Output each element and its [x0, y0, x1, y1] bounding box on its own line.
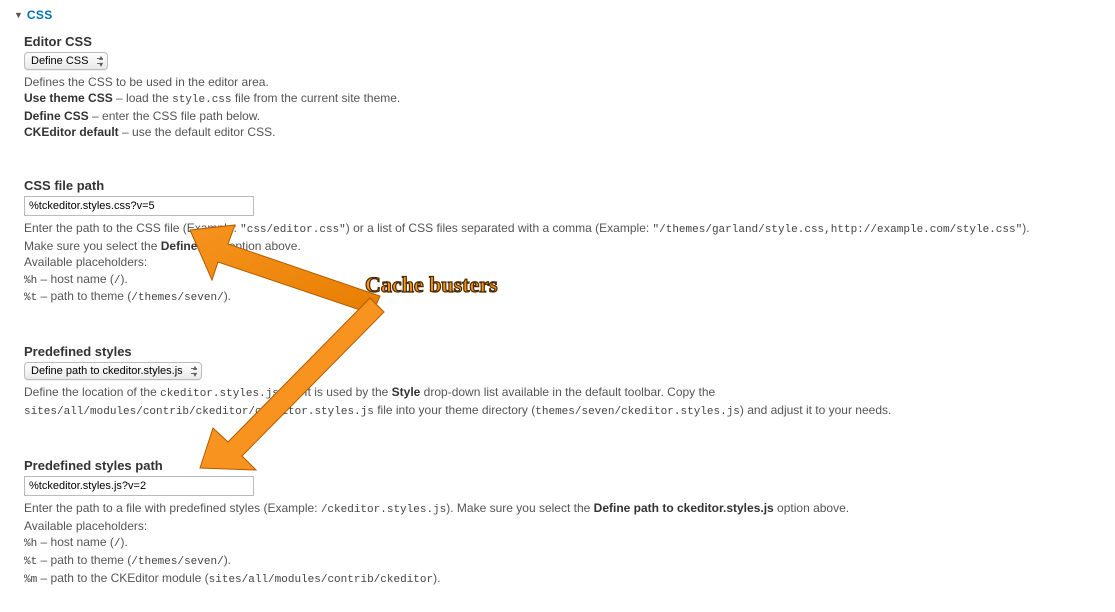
desc-bold: Style — [392, 385, 421, 399]
desc-text: file. It is used by the — [279, 385, 392, 399]
desc-text: Make sure you select the — [24, 239, 161, 253]
desc-text: Enter the path to the CSS file (Example: — [24, 221, 240, 235]
predefined-styles-label: Predefined styles — [24, 344, 1105, 359]
desc-text: – path to theme ( — [37, 553, 131, 567]
desc-text: – host name ( — [37, 272, 114, 286]
desc-code: /ckeditor.styles.js — [321, 504, 446, 516]
desc-code: style.css — [172, 94, 231, 106]
editor-css-select-wrap: Define CSS ▴▾ — [24, 52, 108, 70]
desc-text: ) or a list of CSS files separated with … — [346, 221, 653, 235]
desc-code: / — [114, 538, 121, 550]
editor-css-item: Editor CSS Define CSS ▴▾ Defines the CSS… — [24, 34, 1105, 140]
desc-bold: Define CSS — [24, 109, 89, 123]
desc-code: / — [114, 275, 121, 287]
desc-text: ). — [121, 535, 128, 549]
predefined-styles-item: Predefined styles Define path to ckedito… — [24, 344, 1105, 420]
predefined-styles-select[interactable]: Define path to ckeditor.styles.js — [24, 362, 202, 380]
desc-code: themes/seven/ckeditor.styles.js — [535, 406, 740, 418]
css-file-path-item: CSS file path Enter the path to the CSS … — [24, 178, 1105, 306]
desc-text: drop-down list available in the default … — [420, 385, 715, 399]
predefined-styles-path-input[interactable] — [24, 476, 254, 496]
desc-code: /themes/seven/ — [131, 292, 223, 304]
desc-text: – host name ( — [37, 535, 114, 549]
desc-code: "/themes/garland/style.css,http://exampl… — [653, 224, 1023, 236]
desc-bold: Define CSS — [161, 239, 226, 253]
collapse-triangle-icon: ▼ — [14, 10, 23, 20]
desc-text: Enter the path to a file with predefined… — [24, 501, 321, 515]
editor-css-select[interactable]: Define CSS — [24, 52, 108, 70]
desc-code: %m — [24, 574, 37, 586]
desc-text: ). Make sure you select the — [446, 501, 593, 515]
predefined-styles-path-item: Predefined styles path Enter the path to… — [24, 458, 1105, 588]
desc-text: Available placeholders: — [24, 255, 147, 269]
desc-text: ). — [1022, 221, 1029, 235]
desc-text: ). — [224, 289, 231, 303]
desc-code: "css/editor.css" — [240, 224, 346, 236]
desc-text: – use the default editor CSS. — [119, 125, 276, 139]
desc-code: /themes/seven/ — [131, 556, 223, 568]
desc-code: %h — [24, 275, 37, 287]
predefined-styles-select-wrap: Define path to ckeditor.styles.js ▴▾ — [24, 362, 202, 380]
desc-text: – enter the CSS file path below. — [89, 109, 260, 123]
desc-text: ) and adjust it to your needs. — [740, 403, 891, 417]
desc-text: ). — [121, 272, 128, 286]
desc-code: sites/all/modules/contrib/ckeditor — [209, 574, 433, 586]
desc-text: Available placeholders: — [24, 519, 147, 533]
desc-bold: CKEditor default — [24, 125, 119, 139]
predefined-styles-description: Define the location of the ckeditor.styl… — [24, 384, 1105, 420]
predefined-styles-path-description: Enter the path to a file with predefined… — [24, 500, 1105, 588]
fieldset-legend[interactable]: ▼ CSS — [14, 8, 1105, 22]
editor-css-description: Defines the CSS to be used in the editor… — [24, 74, 1105, 140]
desc-text: – path to theme ( — [37, 289, 131, 303]
desc-code: %t — [24, 556, 37, 568]
desc-text: file from the current site theme. — [232, 91, 401, 105]
desc-code: ckeditor.styles.js — [160, 388, 279, 400]
desc-text: – path to the CKEditor module ( — [37, 571, 208, 585]
desc-text: file into your theme directory ( — [374, 403, 535, 417]
desc-code: sites/all/modules/contrib/ckeditor/ckedi… — [24, 406, 374, 418]
desc-text: option above. — [225, 239, 300, 253]
desc-text: – load the — [113, 91, 172, 105]
desc-code: %h — [24, 538, 37, 550]
desc-text: ). — [224, 553, 231, 567]
editor-css-label: Editor CSS — [24, 34, 1105, 49]
fieldset-title-link[interactable]: CSS — [27, 8, 53, 22]
desc-text: option above. — [774, 501, 849, 515]
css-file-path-input[interactable] — [24, 196, 254, 216]
desc-code: %t — [24, 292, 37, 304]
desc-bold: Define path to ckeditor.styles.js — [594, 501, 774, 515]
desc-text: ). — [433, 571, 440, 585]
desc-text: Define the location of the — [24, 385, 160, 399]
desc-bold: Use theme CSS — [24, 91, 113, 105]
fieldset-body: Editor CSS Define CSS ▴▾ Defines the CSS… — [14, 34, 1105, 588]
predefined-styles-path-label: Predefined styles path — [24, 458, 1105, 473]
css-file-path-label: CSS file path — [24, 178, 1105, 193]
desc-text: Defines the CSS to be used in the editor… — [24, 75, 269, 89]
css-file-path-description: Enter the path to the CSS file (Example:… — [24, 220, 1105, 306]
settings-page: ▼ CSS Editor CSS Define CSS ▴▾ Defines t… — [0, 0, 1115, 612]
